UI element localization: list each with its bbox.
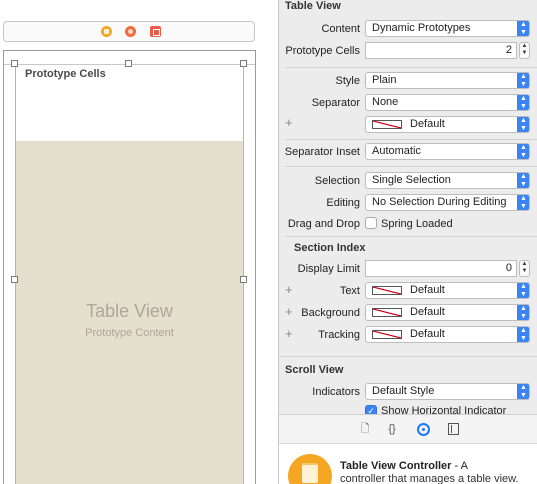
library-selector-bar: 🗋 {} xyxy=(279,414,537,444)
section-index-title: Section Index xyxy=(294,242,366,254)
content-popup[interactable]: Dynamic Prototypes ▲ ▼ xyxy=(365,20,530,37)
popup-arrows-icon: ▲ ▼ xyxy=(517,173,529,188)
popup-arrows-icon: ▲ ▼ xyxy=(517,195,529,210)
tracking-color-value: Default xyxy=(410,328,445,340)
prototype-cells-stepper[interactable]: ▲ ▼ xyxy=(519,42,530,59)
library-item-title: Table View Controller - A xyxy=(340,460,468,472)
popup-arrows-icon: ▲ ▼ xyxy=(517,117,529,132)
display-limit-stepper[interactable]: ▲ ▼ xyxy=(519,260,530,277)
storyboard-canvas[interactable]: Prototype Cells Table View Prototype Con… xyxy=(0,0,278,484)
style-popup[interactable]: Plain ▲ ▼ xyxy=(365,72,530,89)
divider xyxy=(285,236,537,237)
indicators-label: Indicators xyxy=(312,386,360,398)
divider xyxy=(285,166,537,167)
popup-arrows-icon: ▲ ▼ xyxy=(517,384,529,399)
content-value: Dynamic Prototypes xyxy=(372,22,471,34)
background-color-label: Background xyxy=(301,307,360,319)
selection-label: Selection xyxy=(314,175,360,187)
prototype-cells-field[interactable]: 2 xyxy=(365,42,517,59)
tracking-color-popup[interactable]: Default ▲ ▼ xyxy=(365,326,530,343)
first-responder-icon[interactable] xyxy=(125,26,136,37)
popup-arrows-icon: ▲ ▼ xyxy=(517,283,529,298)
plus-icon[interactable]: + xyxy=(285,115,293,130)
background-color-popup[interactable]: Default ▲ ▼ xyxy=(365,304,530,321)
scroll-view-section-title: Scroll View xyxy=(285,364,344,376)
separator-inset-label: Separator Inset xyxy=(284,146,360,158)
object-library-icon[interactable] xyxy=(417,423,430,436)
tracking-color-label: Tracking xyxy=(318,329,360,341)
exit-icon[interactable] xyxy=(150,26,161,37)
separator-label: Separator xyxy=(311,97,360,109)
prototype-content-area[interactable]: Table View Prototype Content xyxy=(16,141,243,484)
popup-arrows-icon: ▲ ▼ xyxy=(517,327,529,342)
separator-inset-popup[interactable]: Automatic ▲ ▼ xyxy=(365,143,530,160)
separator-inset-value: Automatic xyxy=(372,145,421,157)
text-color-label: Text xyxy=(339,285,360,297)
prototype-cells-label: Prototype Cells xyxy=(285,45,360,57)
separator-color-value: Default xyxy=(410,118,445,130)
resize-handle-top-right[interactable] xyxy=(240,60,247,67)
attributes-inspector: Table View Content Dynamic Prototypes ▲ ▼… xyxy=(278,0,537,484)
spring-loaded-checkbox[interactable] xyxy=(365,217,377,229)
popup-arrows-icon: ▲ ▼ xyxy=(517,21,529,36)
color-swatch-icon xyxy=(372,120,402,129)
text-color-value: Default xyxy=(410,284,445,296)
popup-arrows-icon: ▲ ▼ xyxy=(517,305,529,320)
display-limit-field[interactable]: 0 xyxy=(365,260,517,277)
code-snippet-icon[interactable]: {} xyxy=(386,423,398,436)
editing-popup[interactable]: No Selection During Editing ▲ ▼ xyxy=(365,194,530,211)
selection-value: Single Selection xyxy=(372,174,451,186)
table-view-placeholder-subtitle: Prototype Content xyxy=(85,327,174,339)
table-view-controller-icon xyxy=(288,454,332,484)
separator-popup[interactable]: None ▲ ▼ xyxy=(365,94,530,111)
file-template-icon[interactable]: 🗋 xyxy=(359,423,371,436)
prototype-cells-header: Prototype Cells xyxy=(16,65,243,141)
color-swatch-icon xyxy=(372,330,402,339)
library-item-table-view-controller[interactable]: Table View Controller - A controller tha… xyxy=(279,444,537,484)
popup-arrows-icon: ▲ ▼ xyxy=(517,144,529,159)
selection-popup[interactable]: Single Selection ▲ ▼ xyxy=(365,172,530,189)
background-color-value: Default xyxy=(410,306,445,318)
resize-handle-right[interactable] xyxy=(240,276,247,283)
separator-value: None xyxy=(372,96,399,108)
style-label: Style xyxy=(335,75,360,87)
divider xyxy=(285,139,537,140)
library-item-description: controller that manages a table view. xyxy=(340,473,519,484)
content-label: Content xyxy=(321,23,360,35)
popup-arrows-icon: ▲ ▼ xyxy=(517,95,529,110)
divider xyxy=(279,356,537,357)
indicators-value: Default Style xyxy=(372,385,435,397)
table-view-placeholder-title: Table View xyxy=(86,301,173,321)
color-swatch-icon xyxy=(372,308,402,317)
media-library-icon[interactable] xyxy=(448,423,459,435)
color-swatch-icon xyxy=(372,286,402,295)
popup-arrows-icon: ▲ ▼ xyxy=(517,73,529,88)
divider xyxy=(285,67,537,68)
drag-and-drop-label: Drag and Drop xyxy=(287,218,360,230)
scene-dock xyxy=(3,21,255,42)
indicators-popup[interactable]: Default Style ▲ ▼ xyxy=(365,383,530,400)
scene-view[interactable]: Prototype Cells Table View Prototype Con… xyxy=(3,50,256,484)
resize-handle-left[interactable] xyxy=(11,276,18,283)
text-color-popup[interactable]: Default ▲ ▼ xyxy=(365,282,530,299)
separator-color-popup[interactable]: Default ▲ ▼ xyxy=(365,116,530,133)
style-value: Plain xyxy=(372,74,397,86)
spring-loaded-label: Spring Loaded xyxy=(381,218,453,230)
display-limit-label: Display Limit xyxy=(297,263,360,275)
editing-value: No Selection During Editing xyxy=(372,196,507,208)
resize-handle-top[interactable] xyxy=(125,60,132,67)
table-view-section-title: Table View xyxy=(285,0,341,12)
resize-handle-top-left[interactable] xyxy=(11,60,18,67)
table-view[interactable]: Prototype Cells Table View Prototype Con… xyxy=(15,65,244,484)
view-controller-icon[interactable] xyxy=(101,26,112,37)
editing-label: Editing xyxy=(326,197,360,209)
prototype-cells-title: Prototype Cells xyxy=(25,68,106,80)
